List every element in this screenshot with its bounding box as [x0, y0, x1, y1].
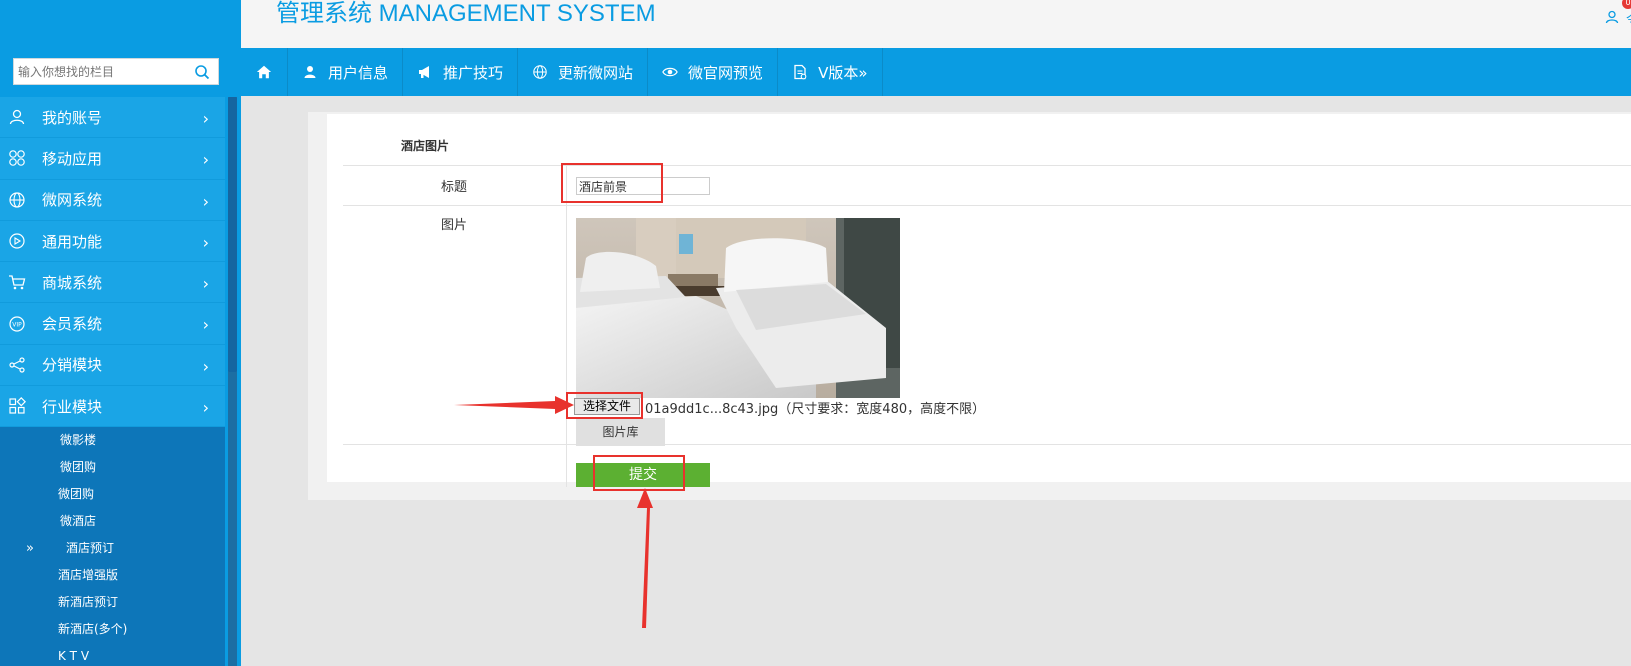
app-title: 管理系统 MANAGEMENT SYSTEM [276, 0, 656, 27]
sidebar-item-7[interactable]: 分销模块 › [0, 344, 225, 387]
user-icon [8, 108, 26, 126]
divider [343, 444, 1631, 445]
image-gallery-button[interactable]: 图片库 [576, 418, 665, 446]
document-icon [792, 64, 808, 80]
nav-item-label: 更新微网站 [558, 63, 634, 82]
chevron-right-icon: › [202, 398, 209, 418]
nav-item-1[interactable] [241, 48, 288, 96]
nav-item-4[interactable]: 更新微网站 [518, 48, 649, 96]
image-label: 图片 [441, 218, 468, 233]
person-icon [302, 64, 318, 80]
submenu-item-label: 酒店增强版 [58, 568, 119, 582]
submenu-item[interactable]: 微酒店 [0, 508, 225, 535]
submenu-item[interactable]: 微团购 [0, 481, 225, 508]
sidebar-item-label: 商城系统 [42, 273, 103, 292]
chevron-right-icon: › [202, 315, 209, 335]
nav-item-6[interactable]: V版本» [778, 48, 883, 96]
sidebar-item-label: 会员系统 [42, 315, 103, 334]
nav-item-label: V版本» [818, 63, 868, 82]
search-icon[interactable] [194, 64, 210, 80]
chevron-right-icon: › [202, 109, 209, 128]
apps-icon [8, 149, 26, 167]
submenu-item[interactable]: K T V [0, 643, 225, 666]
sidebar-scrollbar[interactable] [228, 97, 237, 666]
submenu-item-label: K T V [58, 649, 90, 663]
nav-item-label: 用户信息 [328, 63, 389, 82]
submit-button[interactable]: 提交 [576, 463, 710, 487]
chevron-right-icon: › [202, 191, 209, 211]
search-input[interactable] [14, 59, 184, 84]
sidebar-item-2[interactable]: 移动应用 › [0, 138, 225, 180]
title-label: 标题 [441, 180, 468, 195]
sidebar-item-8[interactable]: 行业模块 › [0, 386, 225, 428]
share-icon [8, 356, 26, 374]
submenu-item[interactable]: 新酒店预订 [0, 589, 225, 616]
nav-item-label: 推广技巧 [443, 63, 504, 82]
submenu-item[interactable]: 微影楼 [0, 427, 225, 454]
submenu-item[interactable]: 新酒店(多个) [0, 616, 225, 643]
globe-icon [8, 191, 26, 209]
chevron-right-icon: › [202, 150, 209, 170]
cart-icon [8, 273, 26, 291]
sidebar-item-3[interactable]: 微网系统 › [0, 179, 225, 221]
top-header: 管理系统 MANAGEMENT SYSTEM 令 0 [241, 0, 1631, 48]
submenu-item-label: 新酒店预订 [58, 595, 119, 609]
submenu-item-label: 微影楼 [60, 433, 97, 447]
submenu-item[interactable]: 酒店增强版 [0, 562, 225, 589]
sidebar-item-6[interactable]: VIP 会员系统 › [0, 303, 225, 345]
user-icon[interactable] [1605, 10, 1619, 24]
sidebar-search[interactable] [13, 58, 219, 85]
sidebar-item-label: 移动应用 [42, 149, 103, 168]
submenu-item-label: 酒店预订 [66, 541, 115, 555]
column-divider [566, 165, 567, 487]
top-navbar: 用户信息 推广技巧 更新微网站 微官网预览 V版本» [241, 48, 1631, 96]
svg-text:VIP: VIP [12, 321, 22, 328]
divider [343, 165, 1631, 166]
title-input[interactable] [576, 177, 710, 195]
eye-icon [662, 64, 678, 80]
vip-icon: VIP [8, 315, 26, 333]
submenu-item-label: 微酒店 [60, 514, 97, 528]
annotation-arrow-up [637, 488, 653, 628]
sidebar-item-4[interactable]: 通用功能 › [0, 220, 225, 263]
chevron-right-icon: › [202, 274, 209, 294]
sidebar-item-label: 分销模块 [42, 356, 103, 375]
hotel-photo [576, 218, 900, 398]
choose-file-button[interactable]: 选择文件 [574, 398, 640, 415]
home-icon [256, 64, 272, 80]
sidebar-submenu: 微影楼 微团购 微团购 微酒店» 酒店预订 酒店增强版 新酒店预订 新酒店(多个) K T V [0, 427, 225, 666]
submenu-item-label: 微团购 [58, 487, 95, 501]
sidebar-item-label: 行业模块 [42, 397, 103, 416]
sidebar-item-label: 微网系统 [42, 191, 103, 210]
sidebar-item-5[interactable]: 商城系统 › [0, 262, 225, 304]
scrollbar-thumb[interactable] [228, 97, 237, 372]
sidebar-item-label: 通用功能 [42, 232, 103, 251]
nav-item-2[interactable]: 用户信息 [288, 48, 404, 96]
chevron-right-icon: › [202, 232, 209, 252]
sidebar: 我的账号›移动应用›微网系统›通用功能›商城系统›VIP会员系统›分销模块›行业… [0, 0, 241, 666]
megaphone-icon [417, 64, 433, 80]
nav-item-3[interactable]: 推广技巧 [403, 48, 519, 96]
play-icon [8, 232, 26, 250]
globe-icon [532, 64, 548, 80]
submenu-item[interactable]: 微团购 [0, 454, 225, 481]
sidebar-item-1[interactable]: 我的账号 › [0, 97, 225, 139]
section-title: 酒店图片 [401, 139, 450, 153]
sidebar-menu: 我的账号 › 移动应用 › 微网系统 › 通用功能 › 商城系统 › VIP 会员系统 › 分销模块 › 行业… [0, 97, 225, 428]
user-label[interactable]: 令 [1626, 9, 1631, 28]
submenu-item-label: 微团购 [60, 460, 97, 474]
grid-icon [8, 397, 26, 415]
file-name-text: 01a9dd1c...8c43.jpg（尺寸要求：宽度480，高度不限） [645, 402, 986, 417]
nav-item-label: 微官网预览 [688, 63, 764, 82]
divider [343, 205, 1631, 206]
logo-area [0, 0, 241, 48]
notification-badge: 0 [1622, 0, 1631, 9]
nav-item-5[interactable]: 微官网预览 [648, 48, 779, 96]
submenu-item[interactable]: » 酒店预订 [0, 535, 225, 562]
double-chevron-right-icon: » [26, 541, 34, 556]
form-card [327, 114, 1631, 482]
sidebar-item-label: 我的账号 [42, 108, 103, 127]
chevron-right-icon: › [202, 356, 209, 376]
submenu-item-label: 新酒店(多个) [58, 622, 128, 636]
